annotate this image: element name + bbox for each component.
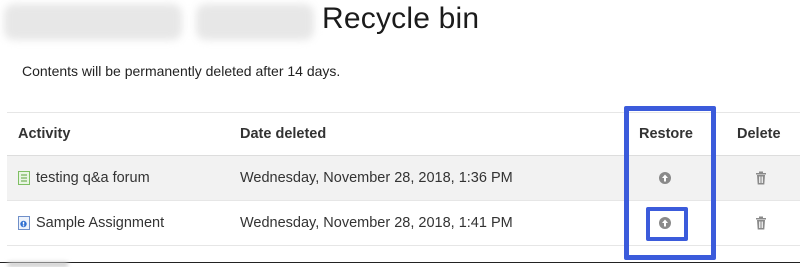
recycle-bin-page: Recycle bin Contents will be permanently… bbox=[0, 0, 800, 267]
blurred-footer-link[interactable] bbox=[8, 262, 68, 267]
blurred-breadcrumb-1[interactable] bbox=[4, 4, 182, 40]
activity-name: testing q&a forum bbox=[36, 170, 150, 186]
footer-divider bbox=[0, 262, 800, 267]
table-row: testing q&a forum Wednesday, November 28… bbox=[7, 156, 800, 201]
assignment-icon bbox=[18, 216, 30, 230]
recycle-bin-table: Activity Date deleted Restore Delete tes… bbox=[7, 112, 800, 246]
activity-name: Sample Assignment bbox=[36, 215, 165, 231]
blurred-breadcrumb-2[interactable] bbox=[196, 4, 314, 40]
forum-icon bbox=[18, 171, 30, 185]
table-row: Sample Assignment Wednesday, November 28… bbox=[7, 201, 800, 246]
restore-button[interactable] bbox=[655, 168, 675, 188]
table-header: Activity Date deleted Restore Delete bbox=[7, 113, 800, 156]
delete-button[interactable] bbox=[751, 213, 771, 233]
date-deleted-cell: Wednesday, November 28, 2018, 1:36 PM bbox=[240, 170, 513, 186]
column-header-activity: Activity bbox=[18, 126, 71, 142]
retention-notice: Contents will be permanently deleted aft… bbox=[22, 63, 341, 79]
page-title: Recycle bin bbox=[322, 2, 480, 35]
trash-icon[interactable] bbox=[751, 213, 771, 233]
restore-arrow-icon[interactable] bbox=[655, 213, 675, 233]
column-header-restore: Restore bbox=[639, 126, 693, 142]
column-header-delete: Delete bbox=[737, 126, 781, 142]
activity-cell: testing q&a forum bbox=[18, 170, 150, 186]
date-deleted-cell: Wednesday, November 28, 2018, 1:41 PM bbox=[240, 215, 513, 231]
restore-button[interactable] bbox=[655, 213, 675, 233]
column-header-date-deleted: Date deleted bbox=[240, 126, 327, 142]
delete-button[interactable] bbox=[751, 168, 771, 188]
activity-cell: Sample Assignment bbox=[18, 215, 164, 231]
restore-arrow-icon[interactable] bbox=[655, 168, 675, 188]
trash-icon[interactable] bbox=[751, 168, 771, 188]
